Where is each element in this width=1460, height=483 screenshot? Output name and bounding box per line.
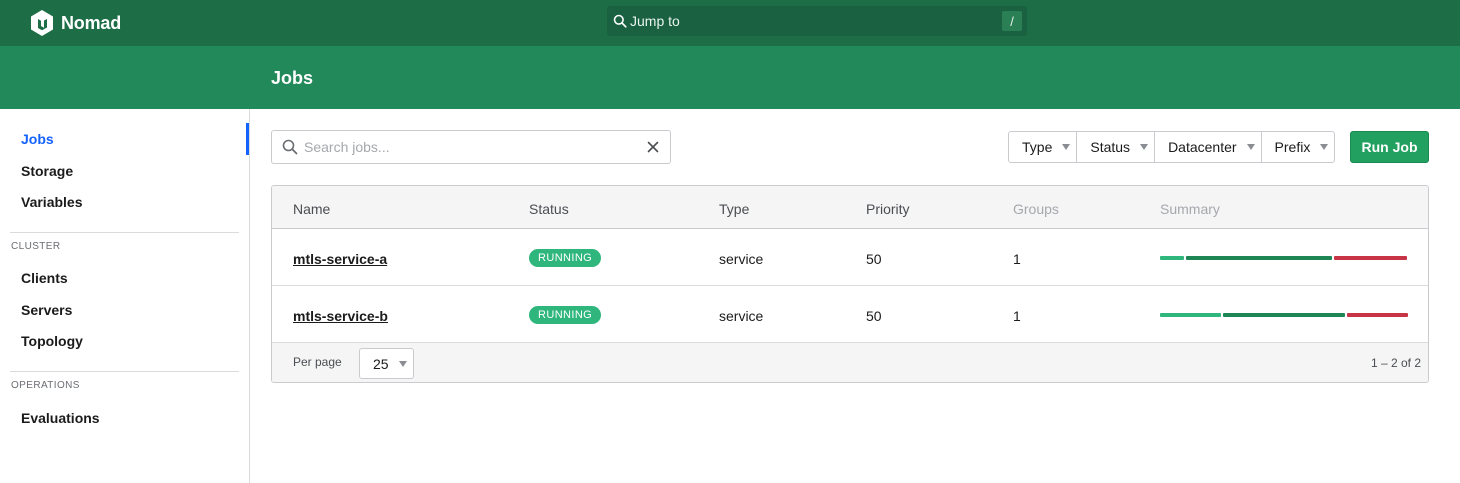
filter-prefix-dropdown[interactable]: Prefix: [1262, 132, 1335, 162]
column-header-status[interactable]: Status: [529, 201, 569, 217]
search-icon: [613, 14, 627, 28]
column-header-summary: Summary: [1160, 201, 1220, 217]
status-badge: RUNNING: [529, 249, 602, 267]
jump-to-search[interactable]: Jump to /: [607, 6, 1027, 36]
per-page-select[interactable]: 25: [359, 348, 414, 379]
column-header-priority[interactable]: Priority: [866, 201, 910, 217]
filter-type-dropdown[interactable]: Type: [1009, 132, 1078, 162]
sidebar-section-operations: OPERATIONS: [11, 380, 80, 391]
sidebar-item-clients[interactable]: Clients: [21, 270, 68, 286]
summary-segment: [1334, 256, 1407, 260]
summary-segment: [1160, 256, 1184, 260]
summary-segment: [1186, 256, 1332, 260]
column-header-type[interactable]: Type: [719, 201, 749, 217]
table-row[interactable]: mtls-service-a RUNNING service 50 1: [272, 229, 1428, 286]
jobs-table: Name Status Type Priority Groups Summary…: [271, 185, 1429, 383]
job-priority: 50: [866, 308, 882, 324]
pagination-info: 1 – 2 of 2: [1370, 356, 1421, 370]
status-badge: RUNNING: [529, 306, 602, 324]
allocation-summary-bar[interactable]: [1160, 256, 1408, 260]
job-priority: 50: [866, 251, 882, 267]
column-header-groups: Groups: [1013, 201, 1059, 217]
caret-down-icon: [399, 361, 407, 367]
per-page-label: Per page: [293, 355, 342, 369]
sidebar-item-variables[interactable]: Variables: [21, 194, 83, 210]
job-type: service: [719, 251, 764, 267]
sidebar-item-jobs[interactable]: Jobs: [21, 131, 54, 147]
page-title: Jobs: [271, 68, 314, 88]
filter-type-label: Type: [1022, 139, 1053, 155]
filter-datacenter-dropdown[interactable]: Datacenter: [1155, 132, 1262, 162]
filter-status-dropdown[interactable]: Status: [1077, 132, 1156, 162]
sidebar-item-servers[interactable]: Servers: [21, 302, 72, 318]
caret-down-icon: [1062, 144, 1071, 150]
job-groups: 1: [1013, 308, 1021, 324]
filter-prefix-label: Prefix: [1274, 139, 1311, 155]
jump-to-label: Jump to: [630, 13, 680, 29]
caret-down-icon: [1320, 144, 1329, 150]
table-row[interactable]: mtls-service-b RUNNING service 50 1: [272, 286, 1428, 343]
job-groups: 1: [1013, 251, 1021, 267]
sidebar-divider: [10, 232, 239, 233]
job-name-link[interactable]: mtls-service-b: [293, 308, 388, 324]
caret-down-icon: [1140, 144, 1149, 150]
allocation-summary-bar[interactable]: [1160, 313, 1408, 317]
sidebar-item-evaluations[interactable]: Evaluations: [21, 410, 100, 426]
summary-segment: [1347, 313, 1408, 317]
jump-shortcut-key: /: [1002, 11, 1022, 31]
caret-down-icon: [1246, 144, 1255, 150]
search-input[interactable]: [304, 139, 624, 155]
job-type: service: [719, 308, 764, 324]
table-header: Name Status Type Priority Groups Summary: [272, 186, 1428, 229]
sidebar-section-cluster: CLUSTER: [11, 241, 61, 252]
filter-dropdown-group: Type Status Datacenter Prefix: [1008, 131, 1336, 163]
job-search-box[interactable]: [271, 130, 671, 164]
close-icon[interactable]: [646, 140, 660, 154]
nomad-logo-icon: [31, 10, 53, 36]
per-page-value: 25: [373, 355, 389, 372]
summary-segment: [1160, 313, 1221, 317]
summary-segment: [1223, 313, 1345, 317]
search-icon: [282, 139, 298, 155]
sidebar-divider: [10, 371, 239, 372]
sidebar: Jobs Storage Variables CLUSTER Clients S…: [0, 109, 250, 483]
run-job-button[interactable]: Run Job: [1350, 131, 1429, 163]
filter-datacenter-label: Datacenter: [1168, 139, 1237, 155]
brand-name: Nomad: [61, 12, 122, 33]
sidebar-active-indicator: [246, 123, 249, 155]
table-footer: Per page 25 1 – 2 of 2: [272, 343, 1428, 382]
job-name-link[interactable]: mtls-service-a: [293, 251, 387, 267]
sidebar-item-storage[interactable]: Storage: [21, 163, 73, 179]
top-bar: Nomad Jump to /: [0, 0, 1460, 46]
page-header: Jobs: [0, 46, 1460, 109]
brand-logo[interactable]: Nomad: [30, 9, 121, 37]
sidebar-item-topology[interactable]: Topology: [21, 333, 83, 349]
column-header-name[interactable]: Name: [293, 201, 330, 217]
filter-status-label: Status: [1090, 139, 1131, 155]
